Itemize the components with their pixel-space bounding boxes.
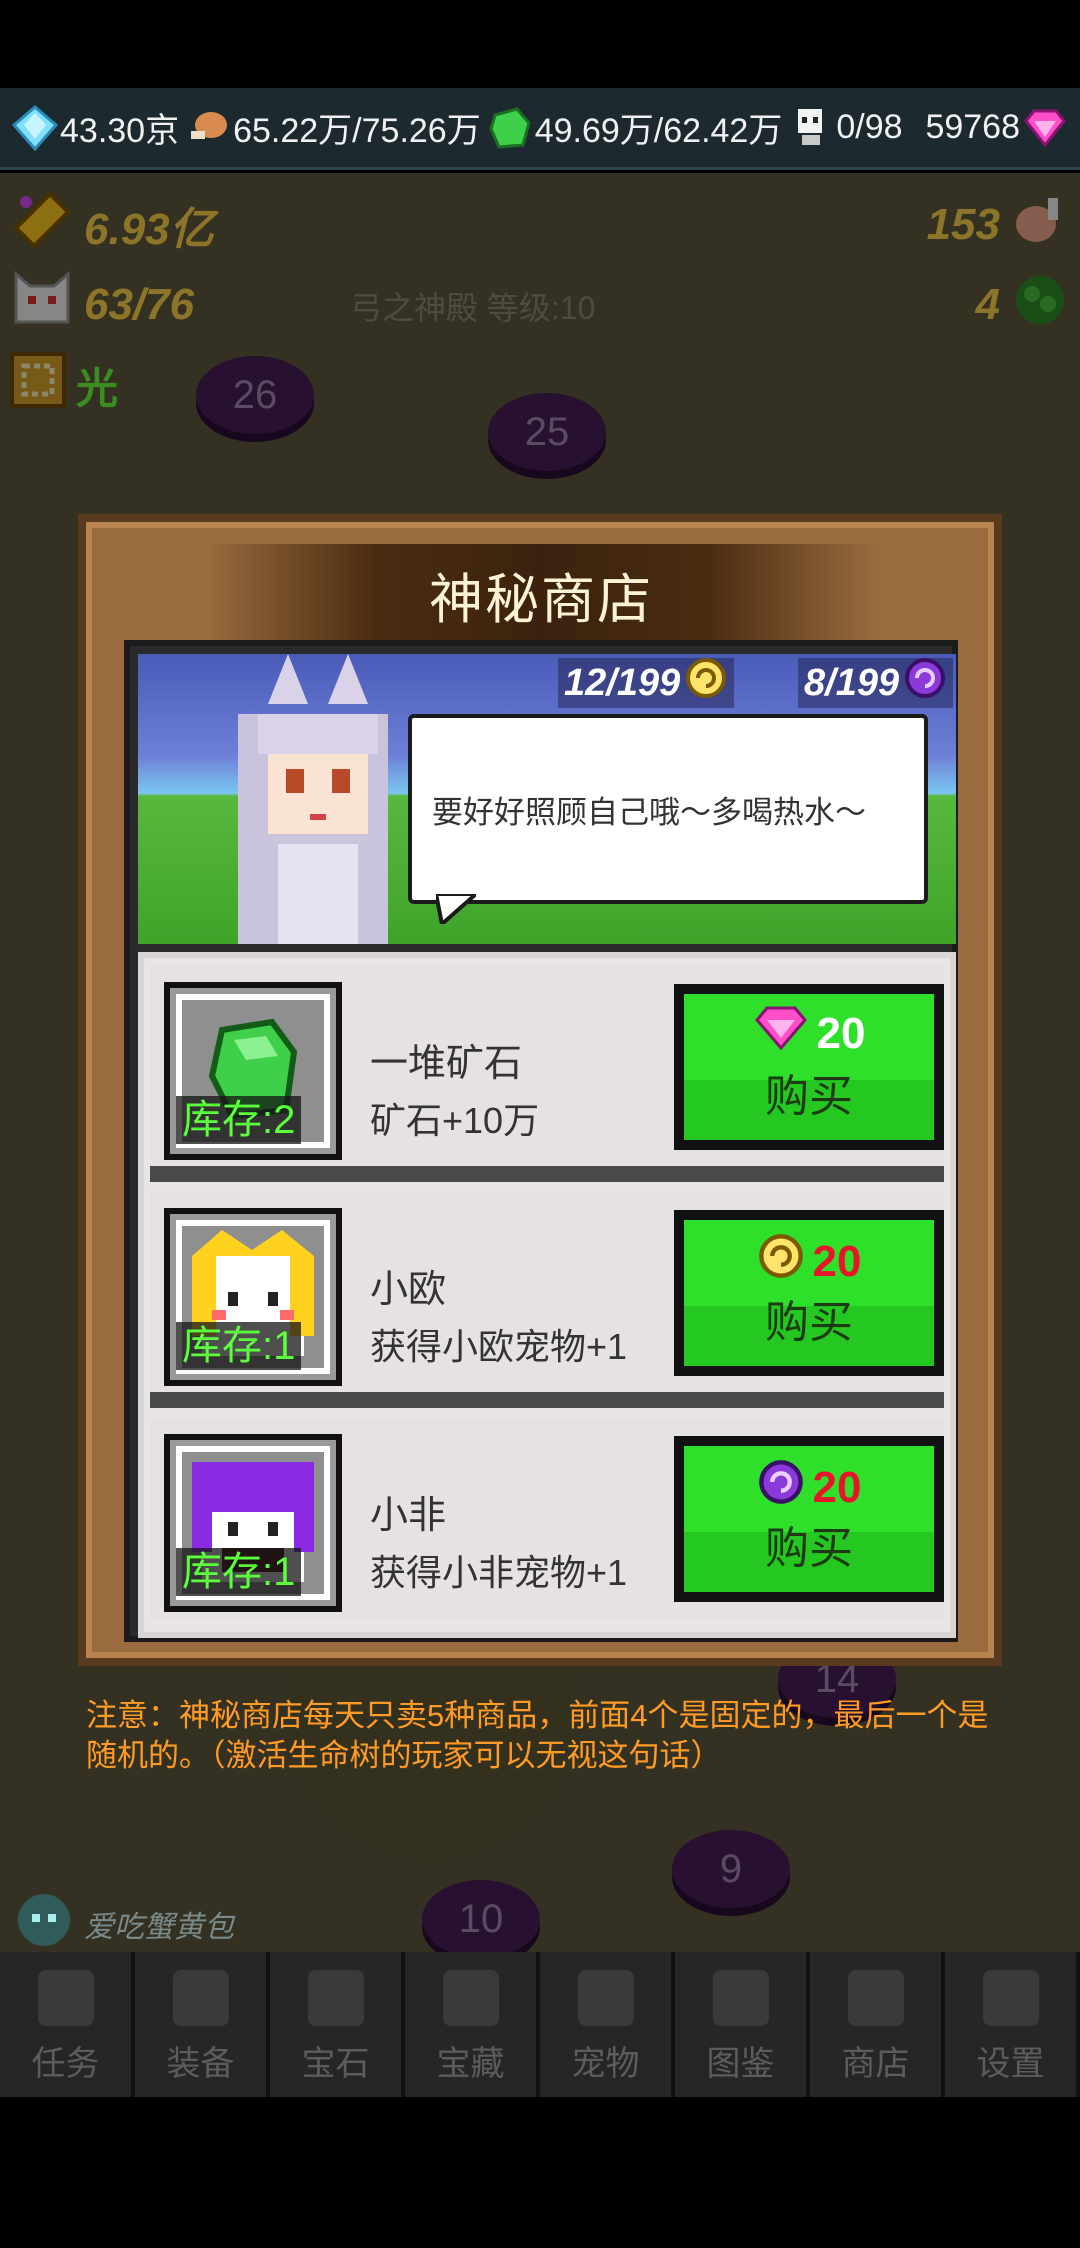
- buy-button[interactable]: 20 购买: [674, 984, 944, 1150]
- diamond-icon: [11, 104, 59, 151]
- tab-shop[interactable]: 商店: [810, 1952, 945, 2097]
- tab-pets[interactable]: 宠物: [540, 1952, 675, 2097]
- gold-swirl-icon: [757, 1232, 805, 1291]
- speech-bubble: 要好好照顾自己哦～多喝热水～: [408, 714, 928, 904]
- stock-label: 库存:1: [176, 1548, 302, 1596]
- shop-note: 注意：神秘商店每天只卖5种商品，前面4个是固定的，最后一个是随机的。（激活生命树…: [86, 1698, 989, 1773]
- item-thumbnail: 库存:1: [164, 1208, 342, 1386]
- tab-tasks[interactable]: 任务: [0, 1952, 135, 2097]
- shop-item: 库存:2 一堆矿石 矿石+10万 20 购买: [150, 966, 944, 1166]
- item-divider: [150, 1392, 944, 1408]
- diamond-resource: 43.30京: [11, 103, 179, 152]
- tab-gems[interactable]: 宝石: [270, 1952, 405, 2097]
- speech-bubble-tail: [436, 894, 476, 924]
- shop-item: 库存:1 小非 获得小非宠物+1 20 购买: [150, 1418, 944, 1618]
- buy-label: 购买: [765, 1072, 853, 1121]
- ore-resource: 49.69万/62.42万: [487, 103, 782, 152]
- bottom-nav: 任务 装备 宝石 宝藏 宠物 图鉴 商店 设置: [0, 1952, 1080, 2097]
- purple-swirl-counter: 8/199: [798, 656, 954, 710]
- tab-equipment[interactable]: 装备: [135, 1952, 270, 2097]
- gem-resource: 59768: [925, 105, 1068, 151]
- skull-icon: [788, 105, 834, 151]
- buy-button[interactable]: 20 购买: [674, 1210, 944, 1376]
- tab-settings[interactable]: 设置: [945, 1952, 1080, 2097]
- dialog-title: 神秘商店: [206, 544, 876, 644]
- shop-icon: [847, 1970, 904, 2026]
- meat-icon: [185, 105, 231, 151]
- buy-label: 购买: [765, 1298, 853, 1347]
- tab-treasure[interactable]: 宝藏: [405, 1952, 540, 2097]
- item-name: 小欧: [370, 1269, 447, 1311]
- gem-icon: [307, 1970, 364, 2026]
- item-desc: 矿石+10万: [370, 1100, 540, 1141]
- settings-icon: [982, 1970, 1039, 2026]
- item-desc: 获得小非宠物+1: [370, 1552, 628, 1593]
- treasure-icon: [442, 1970, 499, 2026]
- stock-label: 库存:1: [176, 1322, 302, 1370]
- population-resource: 0/98: [788, 105, 903, 151]
- buy-label: 购买: [765, 1524, 853, 1573]
- shop-item-list: 库存:2 一堆矿石 矿石+10万 20 购买 库存:1 小欧 获得小欧宠物+1 …: [138, 952, 956, 1638]
- gold-swirl-icon: [684, 656, 728, 710]
- mystery-shop-dialog: 神秘商店 12/199 8/199 要好好照顾自己哦～多喝热水～ 库存:2 一堆…: [78, 514, 1002, 1666]
- speech-text: 要好好照顾自己哦～多喝热水～: [432, 794, 866, 830]
- price: 20: [684, 1006, 934, 1061]
- meat-resource: 65.22万/75.26万: [185, 103, 481, 152]
- buy-button[interactable]: 20 购买: [674, 1436, 944, 1602]
- shop-panel: 12/199 8/199 要好好照顾自己哦～多喝热水～ 库存:2 一堆矿石 矿石…: [124, 640, 958, 1642]
- purple-swirl-icon: [757, 1458, 805, 1517]
- pink-gem-icon: [1022, 105, 1068, 151]
- player-tag: 爱吃蟹黄包: [14, 1890, 234, 1958]
- player-avatar-icon: [14, 1890, 74, 1958]
- item-thumbnail: 库存:2: [164, 982, 342, 1160]
- price: 20: [684, 1232, 934, 1291]
- sword-icon: [172, 1970, 229, 2026]
- shopkeeper-scene: 12/199 8/199 要好好照顾自己哦～多喝热水～: [138, 654, 956, 944]
- ore-icon: [487, 105, 533, 151]
- item-desc: 获得小欧宠物+1: [370, 1326, 628, 1367]
- stock-label: 库存:2: [176, 1096, 302, 1144]
- pet-icon: [577, 1970, 634, 2026]
- item-divider: [150, 1166, 944, 1182]
- pink-gem-icon: [753, 1006, 809, 1061]
- item-thumbnail: 库存:1: [164, 1434, 342, 1612]
- shop-item: 库存:1 小欧 获得小欧宠物+1 20 购买: [150, 1192, 944, 1392]
- item-name: 一堆矿石: [370, 1043, 523, 1085]
- purple-swirl-icon: [903, 656, 947, 710]
- book-icon: [712, 1970, 769, 2026]
- task-icon: [37, 1970, 94, 2026]
- tab-codex[interactable]: 图鉴: [675, 1952, 810, 2097]
- item-name: 小非: [370, 1495, 447, 1537]
- price: 20: [684, 1458, 934, 1517]
- gold-swirl-counter: 12/199: [558, 656, 735, 710]
- resource-bar: 43.30京 65.22万/75.26万 49.69万/62.42万 0/98 …: [0, 88, 1080, 170]
